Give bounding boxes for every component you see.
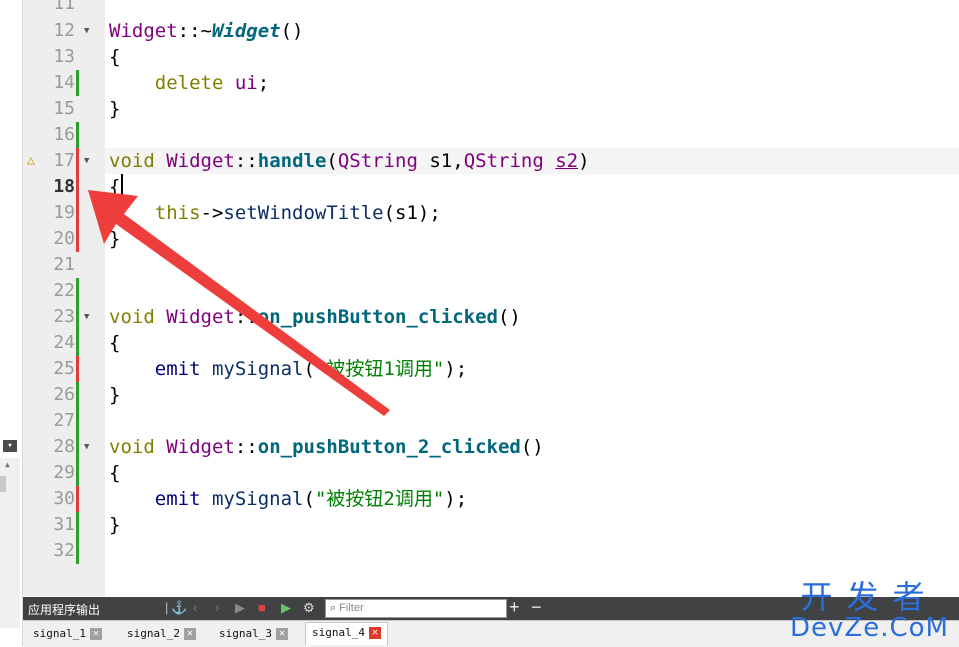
filter-placeholder: Filter: [339, 602, 364, 614]
annotation-arrow-icon: [88, 190, 390, 416]
tab-label: signal_1: [33, 627, 86, 640]
watermark: 开发者 DevZe.CoM: [790, 580, 949, 642]
filter-input[interactable]: ⌕ Filter: [325, 599, 507, 618]
previous-icon[interactable]: ‹: [193, 600, 197, 615]
run-icon[interactable]: ▶: [235, 600, 245, 616]
close-icon[interactable]: ✕: [89, 628, 102, 640]
add-button[interactable]: +: [509, 597, 520, 618]
next-icon[interactable]: ›: [215, 600, 219, 615]
tab-label: signal_4: [312, 626, 365, 639]
close-icon[interactable]: ✕: [183, 628, 196, 640]
debug-run-icon[interactable]: ▶: [281, 600, 291, 616]
tab-signal-4[interactable]: signal_4 ✕: [305, 622, 388, 645]
output-pane-title: 应用程序输出: [28, 603, 101, 617]
stop-icon[interactable]: ■: [258, 600, 266, 615]
tab-signal-3[interactable]: signal_3 ✕: [219, 624, 288, 644]
watermark-en: DevZe.CoM: [790, 613, 949, 643]
close-icon[interactable]: ✕: [368, 627, 381, 639]
remove-button[interactable]: −: [531, 597, 542, 618]
separator-icon: |: [165, 600, 169, 615]
close-icon[interactable]: ✕: [275, 628, 288, 640]
tab-signal-2[interactable]: signal_2 ✕: [127, 624, 196, 644]
tab-label: signal_2: [127, 627, 180, 640]
tab-label: signal_3: [219, 627, 272, 640]
settings-gear-icon[interactable]: ⚙: [303, 600, 315, 616]
watermark-cn: 开发者: [800, 578, 939, 616]
search-icon: ⌕: [330, 602, 337, 614]
attach-process-icon[interactable]: ⚓: [171, 600, 187, 616]
tab-signal-1[interactable]: signal_1 ✕: [33, 624, 102, 644]
